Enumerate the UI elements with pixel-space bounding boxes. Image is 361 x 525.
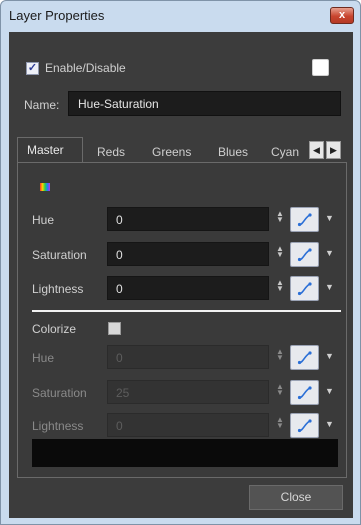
lightness-function-curve-icon[interactable] (290, 276, 319, 301)
colorize-hue-spinner-icon[interactable]: ▲ ▼ (276, 348, 284, 362)
lightness-chevron-down-icon[interactable]: ▼ (325, 282, 335, 292)
hue-label: Hue (32, 213, 55, 227)
name-field[interactable]: Hue-Saturation (68, 91, 341, 116)
close-button[interactable]: Close (249, 485, 343, 510)
enable-checkbox[interactable]: ✓ (26, 62, 39, 75)
colorize-hue-chevron-down-icon[interactable]: ▼ (325, 351, 335, 361)
colorize-lightness-spinner-icon[interactable]: ▲ ▼ (276, 416, 284, 430)
colorize-checkbox[interactable] (108, 322, 121, 335)
colorize-lightness-label: Lightness (32, 419, 84, 433)
colorize-lightness-field[interactable]: 0 (107, 413, 269, 437)
saturation-label: Saturation (32, 248, 87, 262)
saturation-spinner-icon[interactable]: ▲ ▼ (276, 245, 284, 259)
colorize-saturation-function-curve-icon[interactable] (290, 380, 319, 405)
name-label: Name: (24, 98, 60, 112)
lightness-label: Lightness (32, 282, 84, 296)
tab-reds[interactable]: Reds (97, 141, 125, 163)
hue-field[interactable]: 0 (107, 207, 269, 231)
title-bar[interactable]: Layer Properties x (1, 1, 360, 31)
lightness-field[interactable]: 0 (107, 276, 269, 300)
colorize-saturation-chevron-down-icon[interactable]: ▼ (325, 386, 335, 396)
colorize-hue-function-curve-icon[interactable] (290, 345, 319, 370)
colorize-saturation-spinner-icon[interactable]: ▲ ▼ (276, 383, 284, 397)
colorize-label: Colorize (32, 322, 77, 336)
enable-label: Enable/Disable (45, 61, 126, 75)
lightness-spinner-icon[interactable]: ▲ ▼ (276, 279, 284, 293)
colorize-saturation-field[interactable]: 25 (107, 380, 269, 404)
scroll-left-icon[interactable]: ◀ (309, 141, 324, 159)
tab-greens[interactable]: Greens (152, 141, 191, 163)
colorize-lightness-chevron-down-icon[interactable]: ▼ (325, 419, 335, 429)
color-preview (32, 439, 338, 467)
colorize-hue-label: Hue (32, 351, 55, 365)
colorize-hue-field[interactable]: 0 (107, 345, 269, 369)
saturation-function-curve-icon[interactable] (290, 242, 319, 267)
saturation-field[interactable]: 0 (107, 242, 269, 266)
section-divider (32, 310, 341, 312)
colorize-lightness-function-curve-icon[interactable] (290, 413, 319, 438)
saturation-chevron-down-icon[interactable]: ▼ (325, 248, 335, 258)
color-spectrum-icon (40, 183, 50, 191)
window-close-icon[interactable]: x (330, 7, 354, 24)
tab-cyans[interactable]: Cyan (271, 141, 302, 163)
hue-function-curve-icon[interactable] (290, 207, 319, 232)
tab-master[interactable]: Master (17, 137, 83, 163)
colorize-saturation-label: Saturation (32, 386, 87, 400)
tab-bar: Master Reds Greens Blues Cyan ◀ ▶ (17, 137, 347, 163)
scroll-right-icon[interactable]: ▶ (326, 141, 341, 159)
hue-chevron-down-icon[interactable]: ▼ (325, 213, 335, 223)
window-title: Layer Properties (9, 8, 105, 23)
tab-blues[interactable]: Blues (218, 141, 248, 163)
layer-color-swatch[interactable] (312, 59, 329, 76)
hue-spinner-icon[interactable]: ▲ ▼ (276, 210, 284, 224)
